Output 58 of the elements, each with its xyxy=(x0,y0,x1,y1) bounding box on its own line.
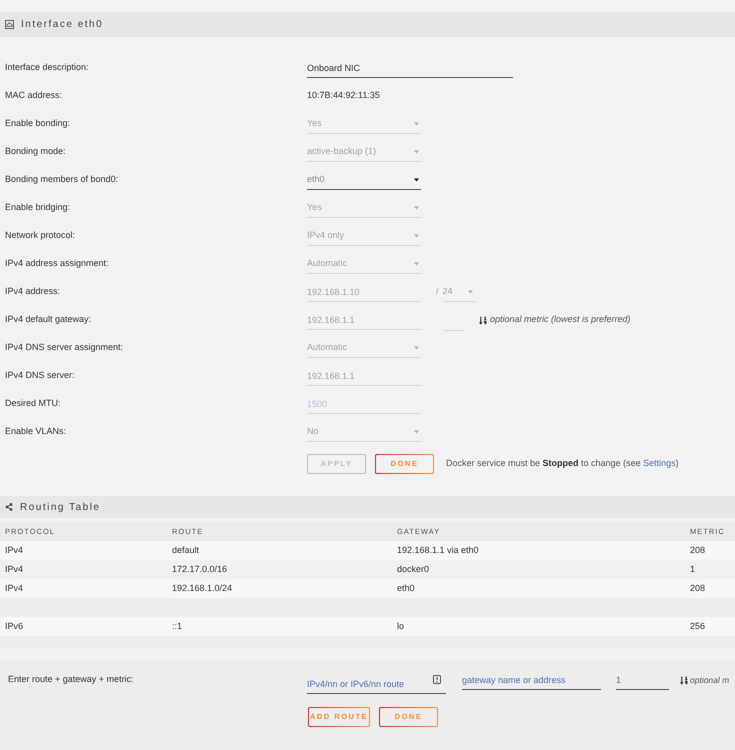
table-cell-text: 192.168.1.1 via eth0 xyxy=(397,544,480,557)
table-cell-text: docker0 xyxy=(397,562,430,576)
select-field[interactable]: eth0 xyxy=(307,170,421,190)
caret-icon xyxy=(414,346,419,350)
field-label: Bonding members of bond0: xyxy=(5,173,120,186)
table-cell-text: 256 xyxy=(690,620,706,633)
caret-icon xyxy=(414,234,419,238)
table-cell-text: default xyxy=(172,544,200,557)
settings-link[interactable]: Settings xyxy=(643,458,676,468)
exclamation-box-icon xyxy=(433,674,441,684)
field-label: IPv4 DNS server: xyxy=(5,369,76,382)
caret-icon xyxy=(468,290,473,294)
caret-icon xyxy=(414,150,419,154)
field-label: Enter route + gateway + metric: xyxy=(8,673,135,686)
metric-field[interactable]: 1 xyxy=(616,670,669,690)
caret-icon xyxy=(414,262,419,266)
caret-icon xyxy=(414,430,419,434)
house-box-icon xyxy=(5,20,14,29)
metric-hint: optional metric (lowest is preferred) xyxy=(490,313,631,326)
field-label: IPv4 address assignment: xyxy=(5,257,110,270)
table-cell-text: IPv4 xyxy=(5,544,24,557)
field-label: Interface description: xyxy=(5,61,90,74)
field-label: IPv4 default gateway: xyxy=(5,313,92,326)
share-icon xyxy=(5,503,13,511)
sort-numeric-icon xyxy=(680,676,688,684)
table-cell-text: eth0 xyxy=(397,582,416,595)
field-label: IPv4 DNS server assignment: xyxy=(5,341,124,354)
field-label: Network protocol: xyxy=(5,229,76,242)
gateway-field[interactable]: gateway name or address xyxy=(462,670,601,690)
table-cell-text: 192.168.1.0/24 xyxy=(172,582,234,595)
caret-icon xyxy=(414,206,419,210)
table-cell-text: 208 xyxy=(690,582,706,595)
table-cell-text: 1 xyxy=(690,562,696,576)
table-cell-text: 208 xyxy=(690,544,706,557)
field-label: IPv4 address: xyxy=(5,285,62,298)
field-label: Bonding mode: xyxy=(5,145,67,158)
sort-numeric-icon xyxy=(479,316,487,324)
table-cell-text: IPv4 xyxy=(5,562,24,576)
field-value: 10:7B:44:92:11:35 xyxy=(307,89,380,102)
table-cell-text: lo xyxy=(397,620,406,633)
table-cell-text: 172.17.0.0/16 xyxy=(172,562,228,576)
field-label: Desired MTU: xyxy=(5,397,62,410)
field-label: MAC address: xyxy=(5,89,64,102)
field-label: Enable bridging: xyxy=(5,201,72,214)
slash-separator: / xyxy=(436,285,439,298)
text-field[interactable]: Onboard NIC xyxy=(307,58,513,78)
table-cell-text: IPv4 xyxy=(5,582,24,595)
panel-title: Routing Table xyxy=(20,500,100,514)
table-cell-text: IPv6 xyxy=(5,620,24,633)
caret-icon xyxy=(414,178,419,182)
field-label: Enable bonding: xyxy=(5,117,72,130)
field-label: Enable VLANs: xyxy=(5,425,68,438)
caret-icon xyxy=(414,122,419,126)
route-field[interactable]: IPv4/nn or IPv6/nn route xyxy=(307,674,446,694)
panel-title: Interface eth0 xyxy=(21,18,104,32)
metric-hint: optional m xyxy=(690,674,730,686)
table-cell-text: ::1 xyxy=(172,620,184,633)
docker-notice: Docker service must be Stopped to change (see Settings) xyxy=(446,457,679,470)
